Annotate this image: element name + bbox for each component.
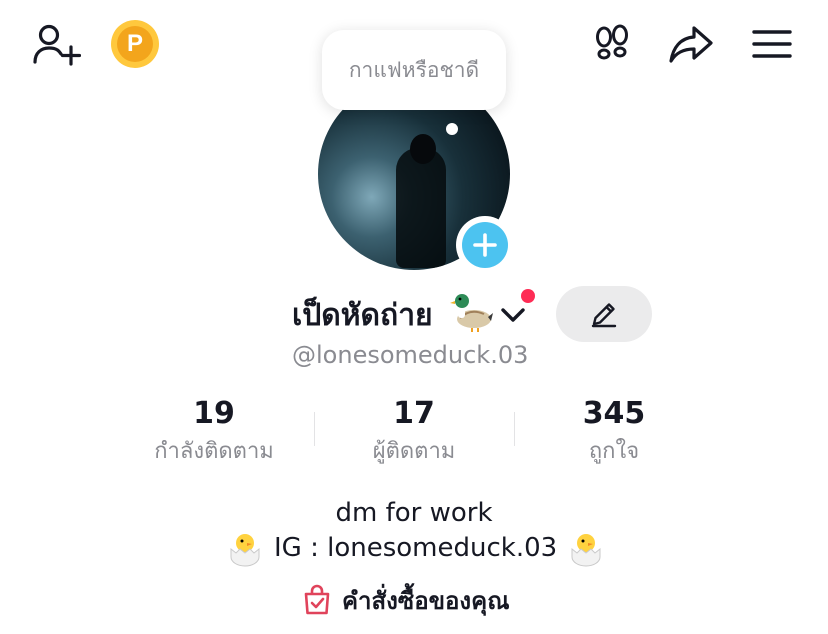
status-bubble-tail [446, 123, 458, 135]
notification-dot [521, 289, 535, 303]
coin-icon: P [117, 26, 153, 62]
plus-icon [473, 233, 497, 257]
menu-icon [752, 30, 792, 58]
stat-value: 345 [582, 396, 646, 431]
stat-likes[interactable]: 345 ถูกใจ [534, 397, 694, 468]
stat-label: ถูกใจ [588, 439, 640, 464]
duck-emoji [450, 290, 494, 332]
coin-button[interactable]: P [111, 20, 159, 68]
add-friend-button[interactable] [28, 20, 84, 70]
hatching-chick-emoji [230, 534, 260, 567]
footprint-icon [596, 24, 628, 60]
your-orders-label: คำสั่งซื้อของคุณ [342, 586, 510, 615]
display-name: เป็ดหัดถ่าย [292, 298, 433, 333]
change-avatar-button[interactable] [456, 216, 514, 274]
stat-followers[interactable]: 17 ผู้ติดตาม [334, 397, 494, 468]
status-bubble[interactable]: กาแฟหรือชาดี [322, 30, 506, 110]
stat-value: 17 [393, 396, 435, 431]
hatching-chick-emoji [571, 534, 601, 567]
account-switch-button[interactable] [498, 304, 528, 326]
edit-profile-button[interactable] [556, 286, 652, 342]
bio-line: IG : lonesomeduck.03 [226, 528, 605, 568]
stat-divider [514, 412, 515, 446]
stat-divider [314, 412, 315, 446]
add-user-icon [33, 24, 81, 66]
avatar-figure-head [410, 134, 436, 164]
shopping-bag-icon [304, 584, 330, 615]
username: @lonesomeduck.03 [292, 341, 529, 369]
share-icon [669, 26, 713, 63]
stat-value: 19 [193, 396, 235, 431]
bio-instagram: IG : lonesomeduck.03 [274, 533, 558, 563]
avatar-figure [396, 148, 446, 268]
stat-following[interactable]: 19 กำลังติดตาม [134, 397, 294, 468]
stat-label: กำลังติดตาม [154, 439, 274, 464]
stat-label: ผู้ติดตาม [372, 439, 456, 464]
avatar-add-badge [462, 222, 508, 268]
status-bubble-text: กาแฟหรือชาดี [348, 57, 480, 82]
bio-line: dm for work [335, 498, 493, 528]
pencil-icon [591, 303, 617, 328]
your-orders-link[interactable]: คำสั่งซื้อของคุณ [302, 582, 509, 618]
menu-button[interactable] [748, 20, 796, 68]
chevron-down-icon [501, 308, 525, 322]
share-button[interactable] [665, 20, 717, 68]
profile-views-button[interactable] [588, 20, 636, 68]
